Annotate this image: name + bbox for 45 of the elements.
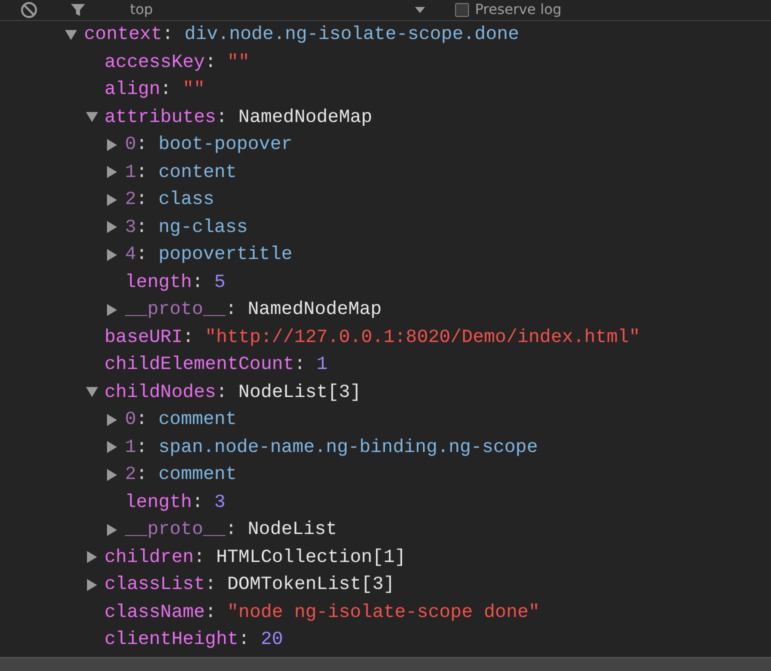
property-entry: __proto__: NodeList [125, 519, 338, 540]
filter-icon[interactable] [70, 2, 86, 18]
expand-arrow-icon[interactable] [105, 522, 119, 537]
expand-arrow-icon[interactable] [105, 440, 119, 454]
property-entry: className: "node ng-isolate-scope done" [104, 602, 540, 623]
expand-arrow-icon[interactable] [105, 138, 119, 152]
property-entry: classList: DOMTokenList[3] [104, 574, 395, 596]
expand-arrow-icon[interactable] [105, 412, 119, 427]
property-entry: 2: comment [125, 464, 237, 486]
property-entry: accessKey: "" [104, 52, 250, 73]
expand-arrow-icon[interactable] [105, 248, 119, 262]
expand-arrow-icon[interactable] [84, 578, 98, 592]
scrollbar[interactable] [0, 657, 771, 671]
expand-arrow-icon[interactable] [105, 192, 119, 207]
property-entry: length: 3 [125, 492, 226, 513]
property-entry: baseURI: "http://127.0.0.1:8020/Demo/index.html" [104, 326, 640, 348]
property-entry: align: "" [104, 79, 205, 100]
property-entry: 1: span.node-name.ng-binding.ng-scope [125, 436, 538, 458]
checkbox-label: Preserve log [474, 1, 562, 19]
property-entry: 2: class [125, 189, 214, 210]
property-entry: 4: popovertitle [125, 244, 292, 266]
property-entry: childNodes: NodeList[3] [104, 382, 362, 403]
property-entry: 3: ng-class [125, 216, 248, 238]
property-entry: children: HTMLCollection[1] [104, 546, 406, 568]
preserve-log-checkbox[interactable] [454, 3, 469, 17]
expand-arrow-icon[interactable] [84, 550, 98, 564]
expand-arrow-icon[interactable] [64, 28, 78, 42]
expand-arrow-icon[interactable] [105, 302, 119, 317]
property-entry: context: div.node.ng-isolate-scope.done [84, 24, 520, 46]
expand-arrow-icon[interactable] [84, 110, 98, 124]
expand-arrow-icon[interactable] [105, 468, 119, 482]
property-entry: childElementCount: 1 [104, 354, 328, 376]
property-entry: 0: boot-popover [125, 134, 292, 156]
clear-icon[interactable] [20, 1, 38, 19]
property-entry: attributes: NamedNodeMap [104, 106, 372, 128]
property-entry: 0: comment [125, 409, 237, 430]
property-entry: clientHeight: 20 [104, 629, 284, 650]
property-entry: 1: content [125, 162, 237, 183]
expand-arrow-icon[interactable] [84, 385, 98, 400]
property-entry: length: 5 [125, 272, 226, 293]
context-selector[interactable]: top [126, 1, 157, 19]
expand-arrow-icon[interactable] [105, 220, 119, 234]
expand-arrow-icon[interactable] [105, 165, 119, 180]
property-entry: __proto__: NamedNodeMap [125, 299, 382, 320]
caret-icon[interactable] [414, 7, 425, 13]
